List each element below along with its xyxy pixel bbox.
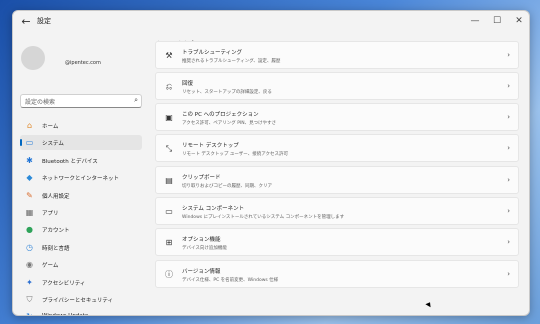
row-description: デバイス向け追加機能: [182, 246, 227, 251]
row-title: この PC へのプロジェクション: [182, 112, 259, 118]
sidebar-item-label: ホーム: [42, 124, 59, 130]
maximize-button[interactable]: ☐: [487, 13, 507, 29]
sidebar-item[interactable]: ✎ 個人用設定: [20, 188, 142, 203]
back-arrow-icon[interactable]: ←: [19, 15, 33, 29]
sidebar-item-label: ネットワークとインターネット: [42, 176, 120, 183]
time-language-icon: ◷: [26, 242, 33, 252]
home-icon: ⌂: [26, 121, 33, 130]
sidebar-item[interactable]: ◆ ネットワークとインターネット: [20, 170, 142, 185]
sidebar-item[interactable]: ✱ Bluetooth とデバイス: [20, 153, 142, 168]
chevron-right-icon: ›: [507, 82, 510, 90]
info-icon: ⓘ: [165, 270, 173, 279]
settings-row[interactable]: ⤡ リモート デスクトップリモート デスクトップ ユーザー、接続アクセス許可 ›: [155, 134, 519, 162]
sidebar-item[interactable]: ✦ アクセシビリティ: [20, 275, 142, 290]
search-placeholder: 設定の検索: [25, 99, 56, 106]
settings-row[interactable]: ⎌ 回復リセット、スタートアップの詳細設定、戻る ›: [155, 72, 519, 100]
mouse-cursor: [425, 300, 433, 308]
user-email: @ipentec.com: [65, 60, 101, 66]
optional-features-icon: ⊞: [165, 238, 173, 247]
row-title: リモート デスクトップ: [182, 143, 239, 149]
sidebar-item-label: Windows Update: [42, 313, 88, 315]
avatar[interactable]: [21, 46, 45, 70]
row-description: リセット、スタートアップの詳細設定、戻る: [182, 90, 272, 95]
chevron-right-icon: ›: [507, 51, 510, 59]
row-title: クリップボード: [182, 175, 221, 181]
row-description: デバイス仕様、PC を名前変更、Windows 仕様: [182, 278, 279, 283]
row-title: システム コンポーネント: [182, 206, 245, 212]
apps-icon: ▦: [25, 207, 34, 217]
minimize-button[interactable]: —: [465, 13, 485, 29]
chevron-right-icon: ›: [507, 270, 510, 278]
accessibility-icon: ✦: [26, 277, 33, 287]
settings-row[interactable]: ⚒ トラブルシューティング推奨されるトラブルシューティング、設定、履歴 ›: [155, 41, 519, 69]
row-description: リモート デスクトップ ユーザー、接続アクセス許可: [182, 152, 288, 157]
bluetooth-icon: ✱: [26, 155, 33, 165]
gaming-icon: ◉: [26, 260, 33, 270]
settings-row[interactable]: ▣ この PC へのプロジェクションアクセス許可、ペアリング PIN、見つけやすさ…: [155, 103, 519, 131]
nav-list: ⌂ ホーム ▭ システム ✱ Bluetooth とデバイス ◆ ネットワークとインターネット…: [20, 118, 142, 315]
sidebar-item-label: 個人用設定: [42, 193, 70, 200]
network-icon: ◆: [26, 173, 33, 183]
privacy-icon: ⛉: [26, 294, 33, 304]
sidebar-item[interactable]: ▦ アプリ: [20, 205, 142, 220]
settings-row[interactable]: ⊞ オプション機能デバイス向け追加機能 ›: [155, 228, 519, 256]
clipboard-icon: ▤: [165, 176, 173, 185]
row-description: Windows にプレインストールされているシステム コンポーネントを管理します: [182, 215, 345, 220]
wrench-icon: ⚒: [165, 51, 173, 60]
row-title: トラブルシューティング: [182, 50, 243, 56]
chevron-right-icon: ›: [507, 238, 510, 246]
title-bar: ← 設定 — ☐ ✕: [13, 11, 529, 33]
update-icon: ↻: [25, 312, 34, 315]
window-title: 設定: [37, 17, 51, 25]
row-description: 切り取りおよびコピーの履歴、同期、クリア: [182, 184, 272, 189]
sidebar-item-label: アプリ: [42, 210, 59, 217]
settings-row[interactable]: ▭ システム コンポーネント Windows にプレインストールされているシステム …: [155, 197, 519, 225]
sidebar-item[interactable]: ● アカウント: [20, 222, 142, 237]
chevron-right-icon: ›: [507, 207, 510, 215]
sidebar-item-label: プライバシーとセキュリティ: [42, 297, 114, 304]
chevron-right-icon: ›: [507, 144, 510, 152]
personalize-icon: ✎: [26, 190, 33, 200]
row-title: バージョン情報: [182, 269, 221, 275]
row-description: 推奨されるトラブルシューティング、設定、履歴: [182, 59, 281, 64]
components-icon: ▭: [165, 207, 173, 216]
sidebar-item-label: 時刻と言語: [42, 245, 70, 252]
system-icon: ▭: [25, 138, 34, 148]
row-description: アクセス許可、ペアリング PIN、見つけやすさ: [182, 121, 277, 126]
recovery-icon: ⎌: [165, 82, 173, 91]
settings-row[interactable]: ⓘ バージョン情報デバイス仕様、PC を名前変更、Windows 仕様 ›: [155, 260, 519, 288]
sidebar-item-label: システム: [42, 141, 64, 148]
sidebar: @ipentec.com 設定の検索 ⌕ ⌂ ホーム ▭ システム ✱ Bluetooth…: [13, 33, 153, 315]
settings-row[interactable]: ▤ クリップボード切り取りおよびコピーの履歴、同期、クリア ›: [155, 166, 519, 194]
sidebar-item[interactable]: ◷ 時刻と言語: [20, 240, 142, 255]
sidebar-item[interactable]: ⛉ プライバシーとセキュリティ: [20, 292, 142, 307]
sidebar-item-label: アクセシビリティ: [42, 280, 86, 287]
close-button[interactable]: ✕: [509, 13, 529, 29]
row-title: オプション機能: [182, 237, 221, 243]
settings-window: ← 設定 — ☐ ✕ @ipentec.com 設定の検索 ⌕ ⌂ ホーム ▭ システ…: [12, 10, 530, 316]
search-icon[interactable]: ⌕: [134, 96, 138, 105]
row-title: 回復: [182, 81, 194, 87]
projection-icon: ▣: [165, 113, 173, 122]
chevron-right-icon: ›: [507, 113, 510, 121]
sidebar-item[interactable]: ◉ ゲーム: [20, 257, 142, 272]
sidebar-item-label: Bluetooth とデバイス: [42, 158, 98, 165]
sidebar-item[interactable]: ▭ システム: [20, 135, 142, 151]
sidebar-item-label: アカウント: [42, 228, 70, 235]
sidebar-item-label: ゲーム: [42, 263, 59, 270]
main-content: システム ⚒トラブルシューティング推奨されるトラブルシューティング、設定、履歴›…: [155, 33, 529, 315]
remote-desktop-icon: ⤡: [165, 144, 173, 153]
search-input[interactable]: 設定の検索 ⌕: [20, 94, 142, 108]
chevron-right-icon: ›: [507, 176, 510, 184]
sidebar-item[interactable]: ↻ Windows Update: [20, 309, 142, 315]
account-icon: ●: [26, 225, 33, 235]
sidebar-item[interactable]: ⌂ ホーム: [20, 118, 142, 133]
